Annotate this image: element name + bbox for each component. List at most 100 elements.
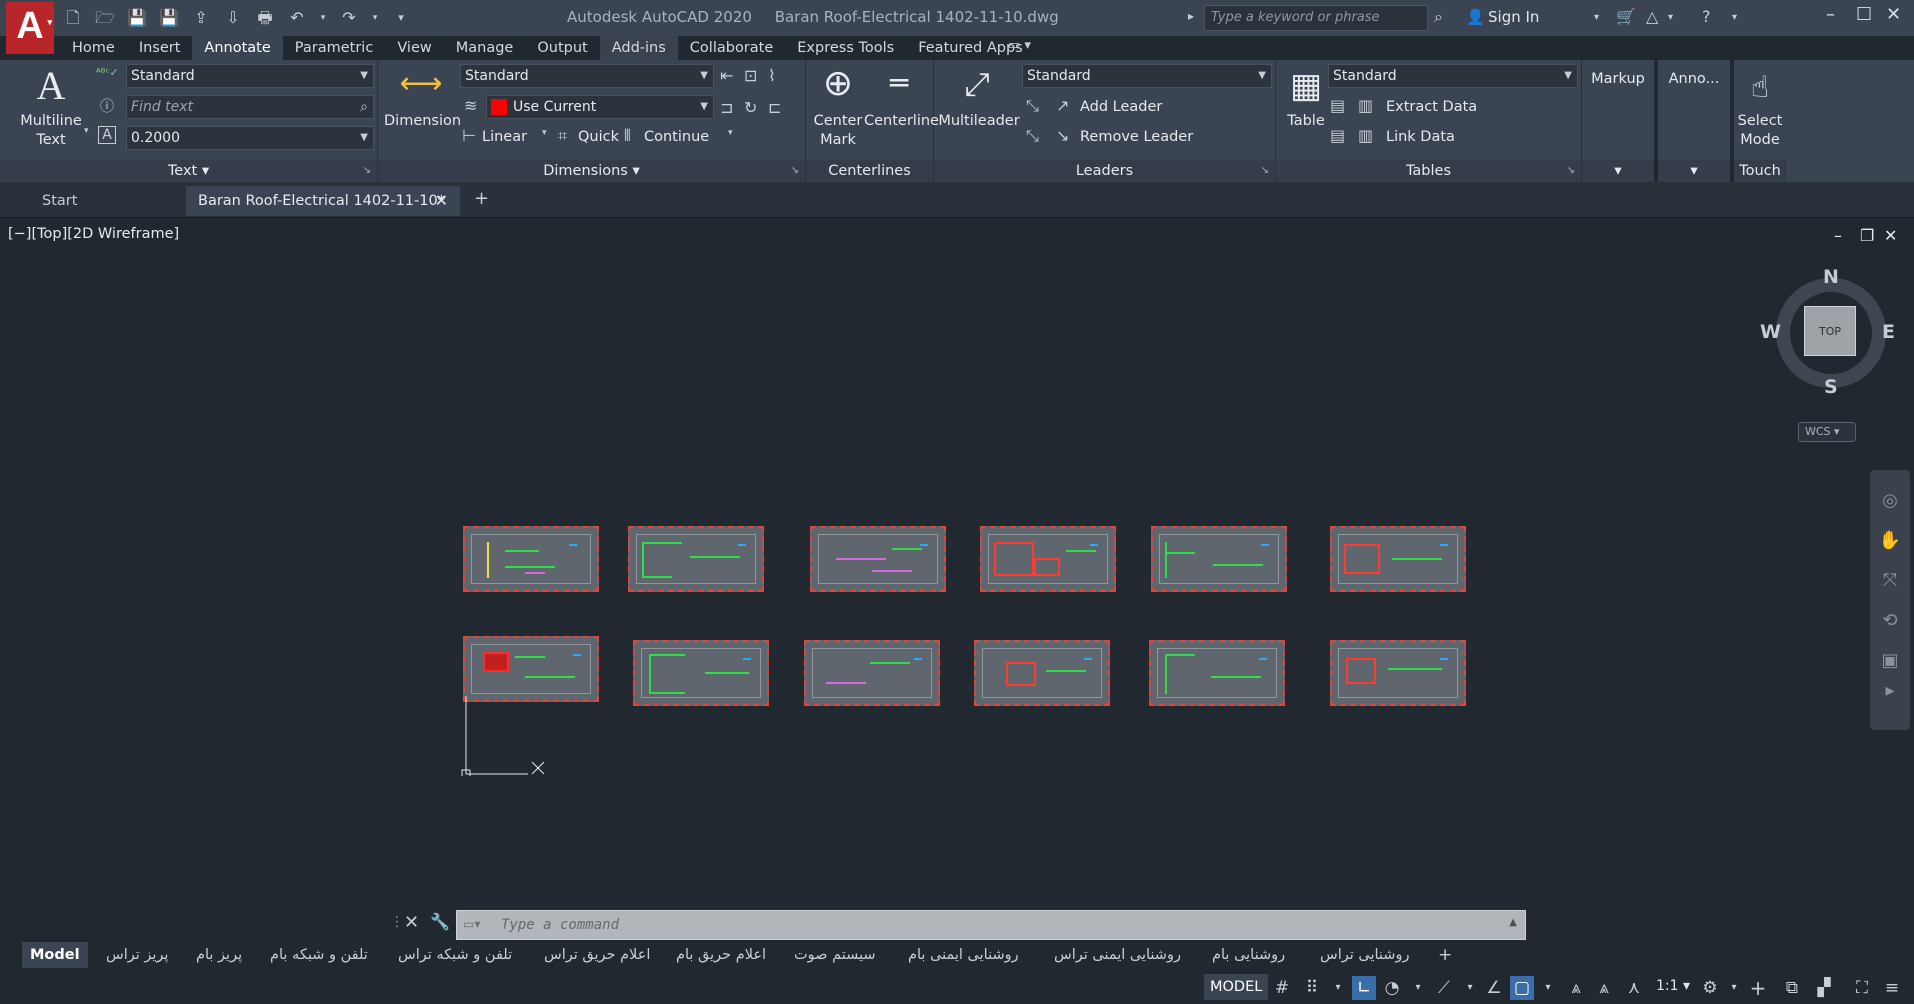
isometric-icon[interactable]: ⟋ — [1432, 976, 1456, 1000]
clean-screen-icon[interactable]: ⛶ — [1850, 976, 1874, 1000]
object-snap-icon[interactable]: ▢ — [1510, 976, 1534, 1000]
undo-dropdown-icon[interactable]: ▾ — [318, 7, 328, 29]
close-button[interactable]: ✕ — [1886, 4, 1901, 25]
update-icon[interactable]: ↻ — [744, 98, 757, 117]
tab-home[interactable]: Home — [60, 36, 127, 60]
drawing-sheet[interactable] — [1330, 640, 1466, 706]
binoculars-icon[interactable]: ⌕ — [1434, 7, 1456, 29]
application-menu-button[interactable]: A ▾ — [6, 2, 54, 54]
leaders-panel-title[interactable]: Leaders ↘ — [934, 160, 1275, 182]
layout-tab[interactable]: روشنایی تراس — [1312, 942, 1417, 968]
add-layout-button[interactable]: + — [1430, 942, 1460, 968]
drawing-sheet[interactable] — [633, 640, 769, 706]
redo-icon[interactable]: ↷ — [338, 7, 360, 29]
layout-tab[interactable]: پریز بام — [188, 942, 250, 968]
gear-icon[interactable]: ⚙ — [1698, 976, 1722, 1000]
graphics-performance-icon[interactable]: ▞ — [1812, 976, 1836, 1000]
ribbon-display-toggle[interactable]: ▭ ▾ — [1008, 38, 1031, 53]
reassociate-icon[interactable]: ⊏ — [768, 98, 781, 117]
viewport-minimize-button[interactable]: – — [1834, 226, 1842, 245]
zoom-extents-icon[interactable]: ⤧ — [1878, 570, 1902, 594]
new-icon[interactable]: 🗋 — [62, 7, 84, 29]
drawing-sheet[interactable] — [804, 640, 940, 706]
hand-pointer-icon[interactable]: ☝ — [1738, 66, 1782, 110]
document-tab[interactable]: Baran Roof-Electrical 1402-11-10* ✕ — [186, 186, 460, 216]
center-mark-button[interactable]: Center Mark — [808, 112, 868, 150]
drawing-sheet[interactable] — [628, 526, 764, 592]
text-panel-title[interactable]: Text ▾ ↘ — [0, 160, 377, 182]
sign-in-button[interactable]: 👤 Sign In — [1466, 8, 1539, 26]
command-prompt-icon[interactable]: ▭▾ — [463, 917, 480, 931]
chevron-down-icon[interactable]: ▾ — [1326, 976, 1350, 1000]
drawing-sheet[interactable] — [1151, 526, 1287, 592]
viewport-restore-button[interactable]: ❐ — [1860, 226, 1874, 245]
drawing-sheet[interactable] — [463, 636, 599, 702]
drawing-sheet[interactable] — [1330, 526, 1466, 592]
chevron-down-icon[interactable]: ▾ — [84, 126, 89, 136]
chevron-down-icon[interactable]: ▾ — [542, 128, 547, 138]
tab-add-ins[interactable]: Add-ins — [599, 36, 678, 60]
markup-panel-label[interactable]: Markup — [1582, 70, 1654, 89]
viewport-controls-label[interactable]: [−][Top][2D Wireframe] — [8, 226, 179, 242]
center-mark-icon[interactable]: ⊕ — [808, 62, 868, 106]
table-button[interactable]: Table — [1278, 112, 1334, 131]
customize-qat-icon[interactable]: ▾ — [390, 7, 412, 29]
undo-icon[interactable]: ↶ — [286, 7, 308, 29]
drawing-sheet[interactable] — [1149, 640, 1285, 706]
inspect-icon[interactable]: ⊐ — [720, 98, 733, 117]
jog-line-icon[interactable]: ⌇ — [768, 66, 776, 85]
multileader-button[interactable]: Multileader — [934, 112, 1024, 131]
multileader-icon[interactable]: ⤢ — [952, 62, 1002, 106]
viewcube-top-face[interactable]: TOP — [1804, 306, 1856, 356]
plus-icon[interactable]: + — [1746, 976, 1770, 1000]
command-input[interactable]: ▭▾ Type a command ▲ — [456, 910, 1526, 940]
anno-panel-expand[interactable]: ▾ — [1658, 160, 1730, 182]
layout-tab-model[interactable]: Model — [22, 942, 88, 968]
dimension-icon[interactable]: ⟷ — [398, 62, 444, 106]
close-icon[interactable]: ✕ — [435, 186, 448, 216]
centerlines-panel-title[interactable]: Centerlines — [806, 160, 933, 182]
pan-icon[interactable]: ✋ — [1878, 530, 1902, 554]
extract-data-button[interactable]: Extract Data — [1386, 98, 1477, 117]
centerline-icon[interactable]: ═ — [868, 62, 930, 106]
remove-leader-button[interactable]: Remove Leader — [1080, 128, 1193, 147]
find-text-input[interactable]: Find text ⌕ — [126, 95, 374, 119]
layout-tab[interactable]: روشنایی بام — [1204, 942, 1293, 968]
tab-output[interactable]: Output — [525, 36, 599, 60]
redo-dropdown-icon[interactable]: ▾ — [370, 7, 380, 29]
compass-east[interactable]: E — [1882, 321, 1895, 343]
anno-panel-label[interactable]: Anno... — [1658, 70, 1730, 89]
multileader-style-select[interactable]: Standard ▼ — [1022, 64, 1272, 88]
tab-manage[interactable]: Manage — [444, 36, 526, 60]
quick-button[interactable]: Quick — [578, 128, 619, 147]
touch-panel-title[interactable]: Touch — [1734, 160, 1786, 182]
open-web-icon[interactable]: ⇪ — [190, 7, 212, 29]
layout-tab[interactable]: تلفن و شبکه بام — [262, 942, 376, 968]
multiline-text-button[interactable]: Multiline Text — [14, 112, 88, 150]
orbit-icon[interactable]: ⟲ — [1878, 610, 1902, 634]
linear-button[interactable]: Linear — [482, 128, 527, 147]
layout-tab[interactable]: سیستم صوت — [786, 942, 884, 968]
close-icon[interactable]: ✕ — [404, 912, 419, 933]
chevron-down-icon[interactable]: ▾ — [1668, 12, 1673, 23]
tab-parametric[interactable]: Parametric — [283, 36, 386, 60]
chevron-down-icon[interactable]: ▾ — [1536, 976, 1560, 1000]
annotation-visibility-icon[interactable]: ⩓ — [1564, 976, 1588, 1000]
add-leader-button[interactable]: Add Leader — [1080, 98, 1162, 117]
chevron-down-icon[interactable]: ▾ — [728, 128, 733, 138]
chevron-down-icon[interactable]: ▾ — [1458, 976, 1482, 1000]
table-style-select[interactable]: Standard ▼ — [1328, 64, 1578, 88]
steering-wheel-icon[interactable]: ◎ — [1878, 490, 1902, 514]
layout-tab[interactable]: روشنایی ایمنی بام — [900, 942, 1027, 968]
spell-check-icon[interactable]: ᴬᴮᶜ✓ — [96, 66, 119, 79]
tab-insert[interactable]: Insert — [127, 36, 193, 60]
adjust-space-icon[interactable]: ⇤ — [720, 66, 733, 85]
chevron-down-icon[interactable]: ▾ — [1732, 12, 1737, 23]
tab-collaborate[interactable]: Collaborate — [678, 36, 785, 60]
autodesk-a360-icon[interactable]: △ — [1646, 7, 1658, 26]
tab-annotate[interactable]: Annotate — [192, 36, 283, 60]
dimensions-panel-title[interactable]: Dimensions ▾ ↘ — [378, 160, 805, 182]
compass-north[interactable]: N — [1823, 266, 1839, 288]
text-height-select[interactable]: 0.2000 ▼ — [126, 126, 374, 150]
dimension-style-select[interactable]: Standard ▼ — [460, 64, 714, 88]
